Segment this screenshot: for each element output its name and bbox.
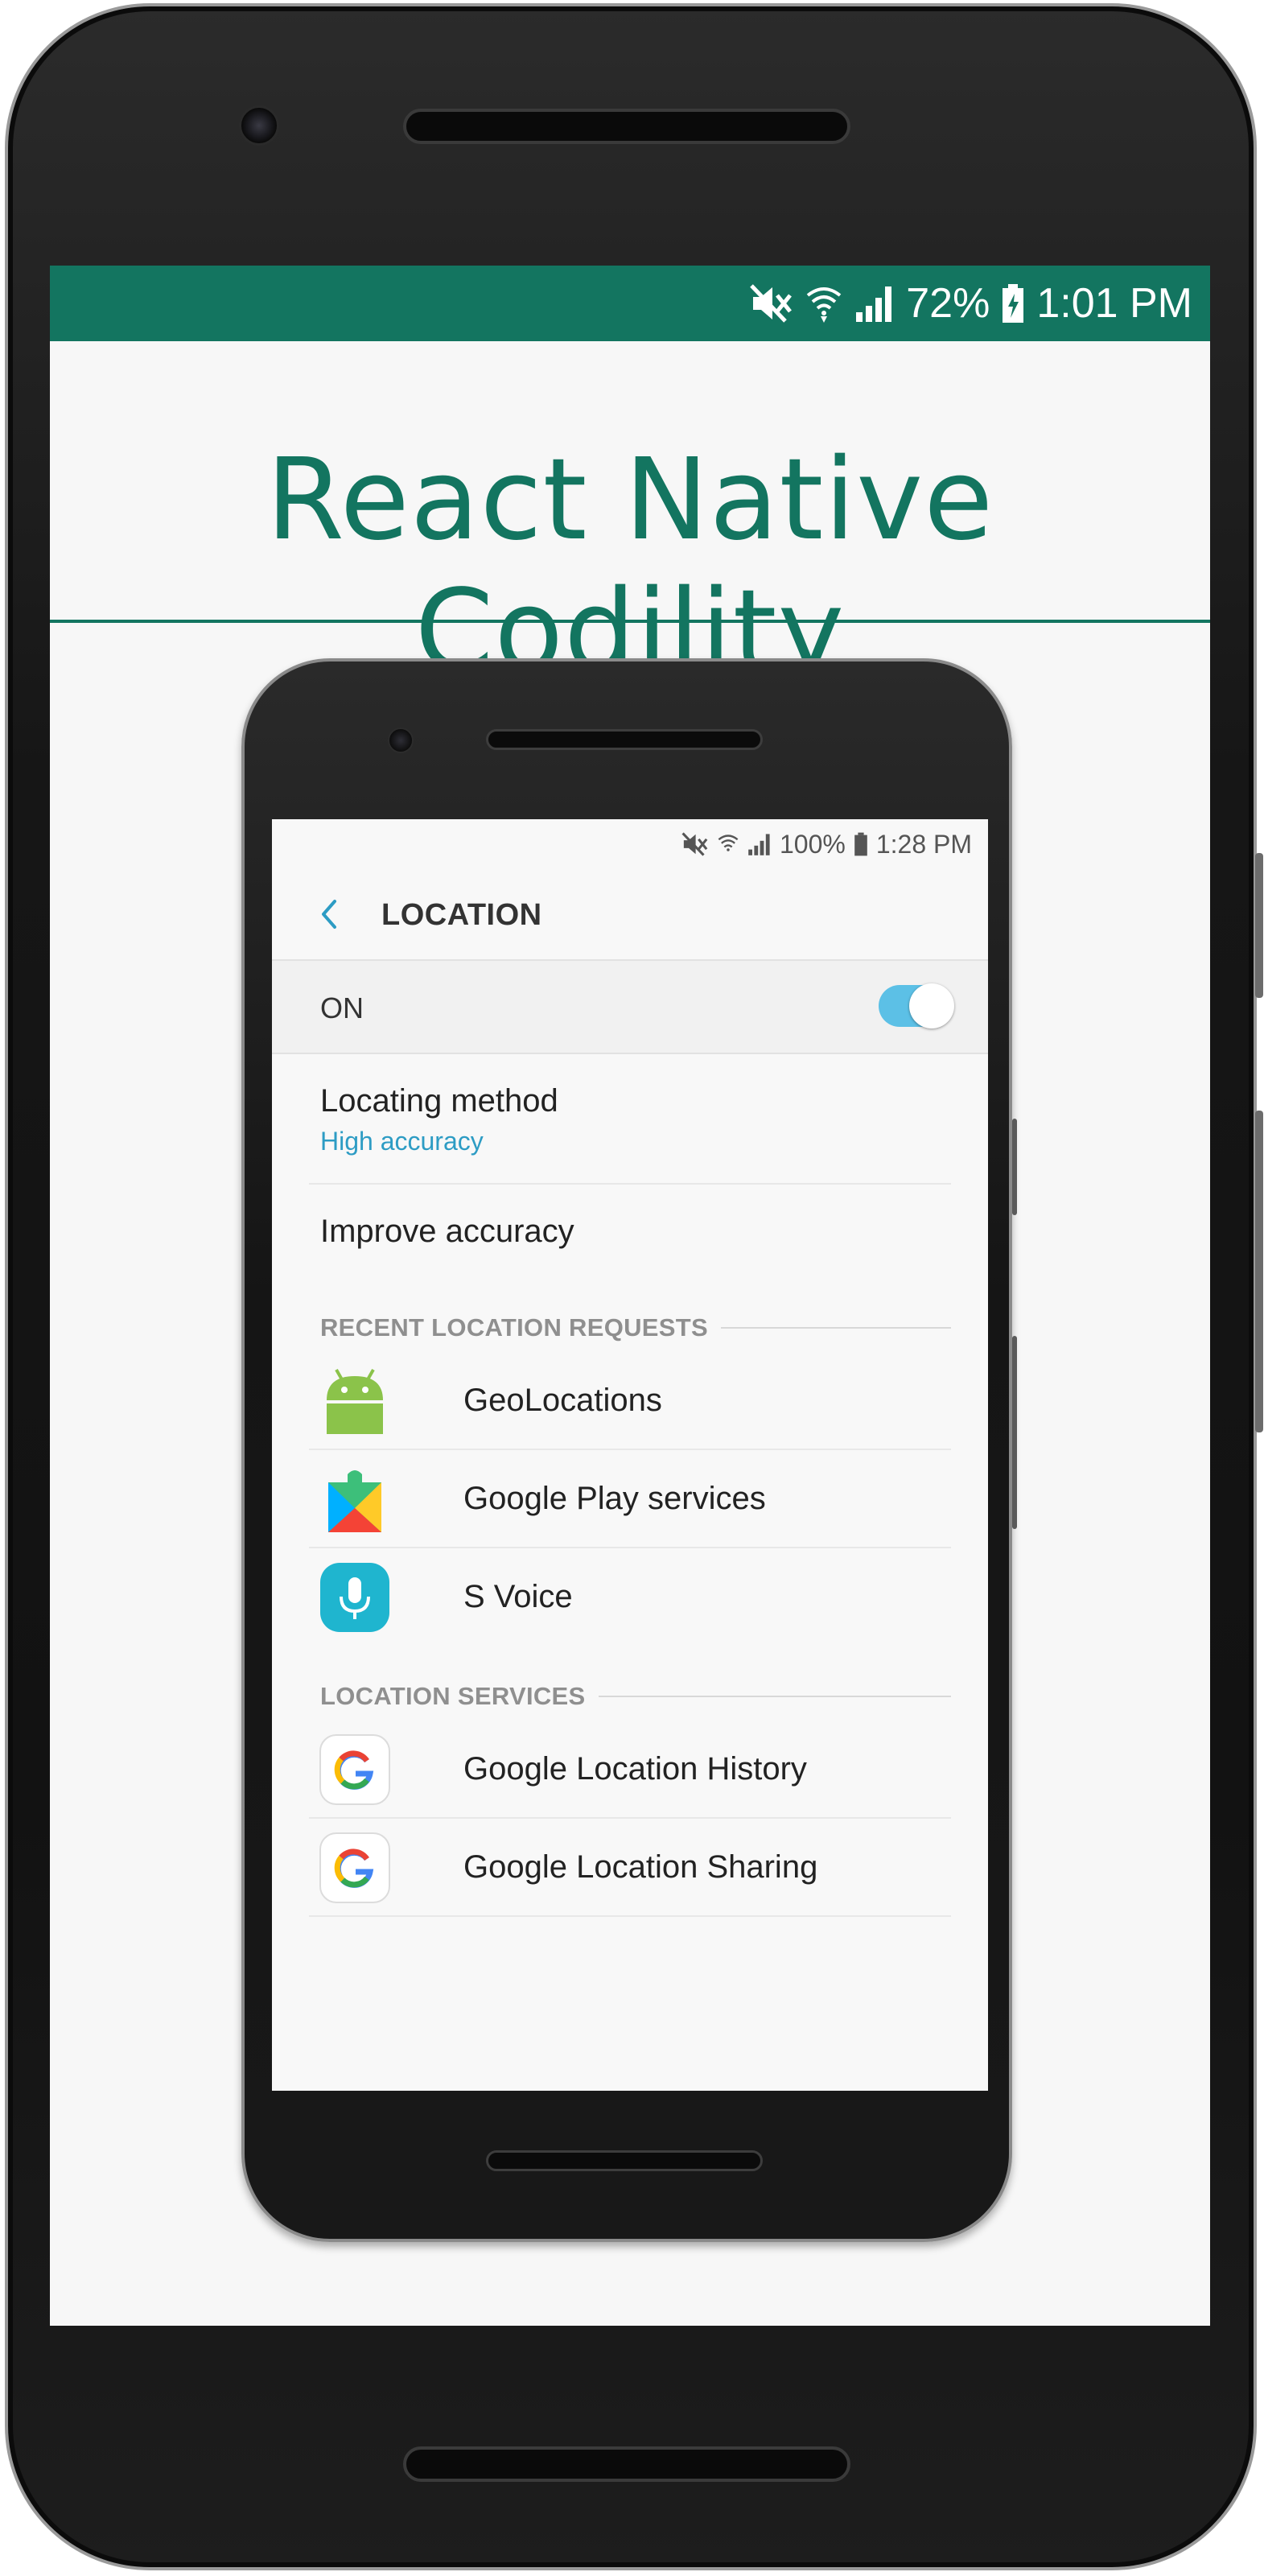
android-icon bbox=[327, 1369, 383, 1434]
google-play-services-icon bbox=[328, 1470, 381, 1532]
list-item-google-play-services[interactable]: Google Play services bbox=[309, 1450, 951, 1548]
s-voice-label: S Voice bbox=[463, 1579, 573, 1614]
google-location-history-label: Google Location History bbox=[463, 1751, 807, 1787]
locating-method-value: High accuracy bbox=[320, 1127, 484, 1156]
outer-bottom-speaker bbox=[403, 2446, 850, 2482]
outer-screen: 72% 1:01 PM React Native Codility 100% 1… bbox=[50, 266, 1210, 2326]
inner-camera-icon bbox=[388, 727, 414, 753]
locating-method-title: Locating method bbox=[320, 1083, 558, 1119]
list-item-google-location-sharing[interactable]: Google Location Sharing bbox=[309, 1819, 951, 1917]
inner-battery-percent: 100% bbox=[779, 829, 846, 859]
location-services-header: LOCATION SERVICES bbox=[320, 1682, 951, 1711]
title-divider bbox=[50, 620, 1210, 623]
page-title: LOCATION bbox=[381, 898, 542, 932]
google-play-services-label: Google Play services bbox=[463, 1481, 766, 1516]
section-divider bbox=[720, 1327, 951, 1329]
outer-battery-percent: 72% bbox=[906, 280, 990, 327]
inner-top-speaker bbox=[486, 729, 763, 750]
wifi-icon bbox=[718, 835, 739, 851]
outer-top-speaker bbox=[403, 109, 850, 144]
toggle-knob bbox=[909, 983, 954, 1028]
outer-status-bar: 72% 1:01 PM bbox=[50, 266, 1210, 341]
location-toggle-switch[interactable] bbox=[879, 983, 954, 1028]
outer-status-icons: 72% 1:01 PM bbox=[750, 266, 1192, 341]
list-item-google-location-history[interactable]: Google Location History bbox=[309, 1721, 951, 1819]
section-divider bbox=[598, 1696, 951, 1697]
mute-icon bbox=[681, 832, 708, 856]
recent-requests-header: RECENT LOCATION REQUESTS bbox=[320, 1313, 951, 1342]
signal-icon bbox=[748, 834, 770, 855]
back-arrow-icon[interactable] bbox=[307, 892, 352, 937]
inner-phone-frame: 100% 1:28 PM LOCATION ON Locating method… bbox=[241, 658, 1012, 2242]
battery-icon bbox=[854, 832, 867, 856]
location-services-header-text: LOCATION SERVICES bbox=[320, 1682, 586, 1710]
outer-power-button bbox=[1255, 853, 1263, 998]
s-voice-mic-icon bbox=[320, 1563, 389, 1632]
inner-status-icons: 100% 1:28 PM bbox=[681, 819, 972, 869]
battery-icon bbox=[1003, 284, 1024, 323]
location-header: LOCATION bbox=[272, 869, 988, 959]
inner-screen: 100% 1:28 PM LOCATION ON Locating method… bbox=[272, 819, 988, 2091]
location-toggle-row[interactable]: ON bbox=[272, 959, 988, 1054]
recent-requests-header-text: RECENT LOCATION REQUESTS bbox=[320, 1313, 708, 1342]
outer-volume-button bbox=[1255, 1111, 1263, 1432]
inner-time: 1:28 PM bbox=[875, 829, 972, 859]
improve-accuracy-row[interactable]: Improve accuracy bbox=[309, 1185, 951, 1276]
list-item-geolocations[interactable]: GeoLocations bbox=[309, 1352, 951, 1450]
google-g-icon bbox=[319, 1832, 390, 1903]
outer-camera-icon bbox=[239, 105, 279, 146]
wifi-icon bbox=[807, 287, 842, 323]
outer-time: 1:01 PM bbox=[1036, 280, 1192, 327]
google-g-icon bbox=[319, 1734, 390, 1805]
signal-icon bbox=[856, 286, 892, 322]
inner-volume-button bbox=[1012, 1336, 1017, 1529]
google-location-sharing-label: Google Location Sharing bbox=[463, 1849, 818, 1885]
inner-bottom-speaker bbox=[486, 2150, 763, 2171]
locating-method-row[interactable]: Locating method High accuracy bbox=[309, 1054, 951, 1185]
list-item-s-voice[interactable]: S Voice bbox=[309, 1548, 951, 1647]
inner-power-button bbox=[1012, 1119, 1017, 1215]
geolocations-label: GeoLocations bbox=[463, 1383, 662, 1418]
toggle-label: ON bbox=[320, 991, 364, 1024]
mute-icon bbox=[750, 284, 793, 323]
improve-accuracy-label: Improve accuracy bbox=[320, 1214, 574, 1249]
